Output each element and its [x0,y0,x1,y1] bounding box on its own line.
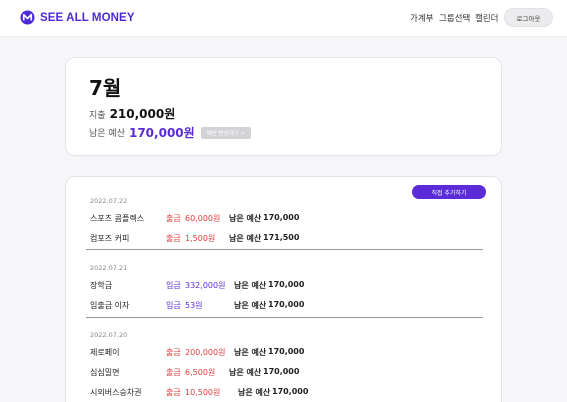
transaction-amount: 10,500원 [185,388,221,397]
balance-value: 170,000 [263,213,300,222]
transaction-name: 스포츠 콤플렉스 [90,214,145,223]
nav-household-ledger[interactable]: 가계부 [410,12,433,24]
brand-logo[interactable]: SEE ALL MONEY [20,10,135,25]
balance-label: 남은 예산 [234,301,267,310]
date-header: 2022.07.22 [90,197,128,205]
month-title: 7월 [89,76,122,100]
transaction-name: 제로페이 [90,348,120,357]
transaction-name: 심심밀면 [90,368,120,377]
remaining-budget-label: 남은 예산 [89,129,125,139]
remaining-budget-row: 남은 예산 170,000원 예산 변경하기 > [89,124,252,141]
date-header: 2022.07.21 [90,264,128,272]
monthly-summary-card: 7월 지출 210,000원 남은 예산 170,000원 예산 변경하기 > [65,57,502,156]
top-header: SEE ALL MONEY 가계부 그룹선택 캘린더 로그아웃 [0,0,567,37]
balance-value: 170,000 [268,300,305,309]
logout-button[interactable]: 로그아웃 [504,8,553,27]
transaction-list-card: 직접 추가하기 2022.07.22 스포츠 콤플렉스 출금 60,000원 남… [65,176,502,402]
balance-value: 170,000 [272,387,309,396]
balance-label: 남은 예산 [234,348,267,357]
spending-value: 210,000원 [109,107,176,121]
group-divider [86,249,483,250]
remaining-budget-value: 170,000원 [128,126,195,140]
transaction-type: 출금 [166,388,181,397]
transaction-name: 입출금 이자 [90,301,130,310]
transaction-amount: 60,000원 [185,214,221,223]
transaction-type: 출금 [166,348,181,357]
group-divider [86,317,483,318]
spending-label: 지출 [89,111,106,121]
brand-logo-icon [20,10,35,25]
spending-row: 지출 210,000원 [89,105,175,122]
balance-value: 171,500 [263,233,300,242]
transaction-type: 출금 [166,214,181,223]
transaction-type: 입금 [166,301,181,310]
add-manually-button[interactable]: 직접 추가하기 [412,185,486,199]
transaction-amount: 6,500원 [185,368,216,377]
change-budget-button[interactable]: 예산 변경하기 > [200,126,252,139]
transaction-type: 출금 [166,368,181,377]
transaction-amount: 1,500원 [185,234,216,243]
nav-calendar[interactable]: 캘린더 [475,12,498,24]
transaction-name: 장학금 [90,281,113,290]
balance-value: 170,000 [268,280,305,289]
date-header: 2022.07.20 [90,331,128,339]
transaction-amount: 332,000원 [185,281,226,290]
transaction-name: 컴포즈 커피 [90,234,130,243]
transaction-name: 시외버스승차권 [90,388,142,397]
transaction-type: 입금 [166,281,181,290]
transaction-type: 출금 [166,234,181,243]
balance-value: 170,000 [268,347,305,356]
brand-name: SEE ALL MONEY [40,11,135,24]
balance-value: 170,000 [263,367,300,376]
balance-label: 남은 예산 [229,368,262,377]
balance-label: 남은 예산 [229,234,262,243]
nav-group-select[interactable]: 그룹선택 [439,12,470,24]
balance-label: 남은 예산 [238,388,271,397]
transaction-amount: 53원 [185,301,203,310]
transaction-amount: 200,000원 [185,348,226,357]
balance-label: 남은 예산 [229,214,262,223]
balance-label: 남은 예산 [234,281,267,290]
